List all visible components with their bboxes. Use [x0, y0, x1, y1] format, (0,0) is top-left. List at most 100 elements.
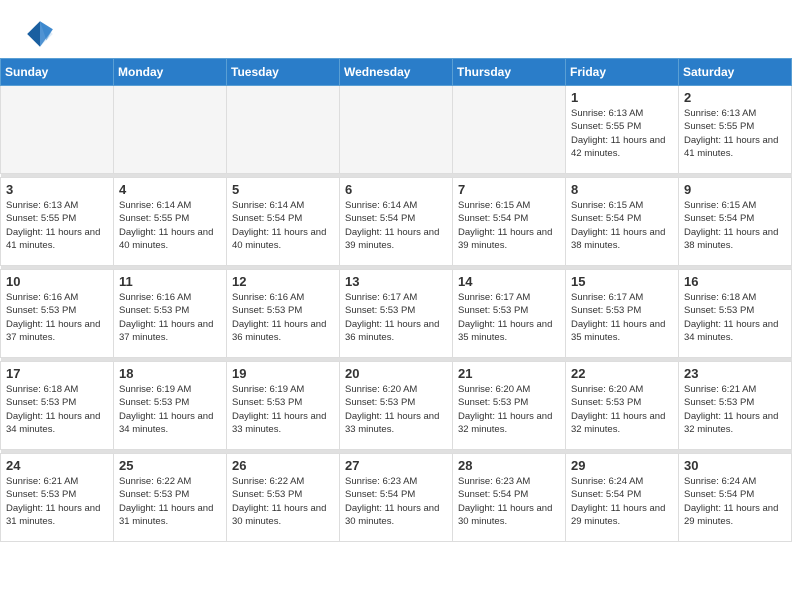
- day-info: Sunrise: 6:19 AMSunset: 5:53 PMDaylight:…: [232, 383, 334, 436]
- weekday-header-monday: Monday: [114, 59, 227, 86]
- day-number: 5: [232, 182, 334, 197]
- weekday-header-sunday: Sunday: [1, 59, 114, 86]
- day-info: Sunrise: 6:20 AMSunset: 5:53 PMDaylight:…: [345, 383, 447, 436]
- weekday-header-wednesday: Wednesday: [340, 59, 453, 86]
- calendar-cell: 16 Sunrise: 6:18 AMSunset: 5:53 PMDayligh…: [679, 270, 792, 358]
- calendar-cell: 7 Sunrise: 6:15 AMSunset: 5:54 PMDaylight…: [453, 178, 566, 266]
- day-number: 21: [458, 366, 560, 381]
- day-number: 29: [571, 458, 673, 473]
- day-number: 14: [458, 274, 560, 289]
- calendar-cell: [114, 86, 227, 174]
- calendar-cell: 15 Sunrise: 6:17 AMSunset: 5:53 PMDayligh…: [566, 270, 679, 358]
- calendar-table: SundayMondayTuesdayWednesdayThursdayFrid…: [0, 58, 792, 542]
- day-info: Sunrise: 6:17 AMSunset: 5:53 PMDaylight:…: [458, 291, 560, 344]
- calendar-cell: 22 Sunrise: 6:20 AMSunset: 5:53 PMDayligh…: [566, 362, 679, 450]
- day-number: 7: [458, 182, 560, 197]
- calendar-cell: 5 Sunrise: 6:14 AMSunset: 5:54 PMDaylight…: [227, 178, 340, 266]
- day-info: Sunrise: 6:15 AMSunset: 5:54 PMDaylight:…: [684, 199, 786, 252]
- header: [0, 0, 792, 58]
- day-info: Sunrise: 6:24 AMSunset: 5:54 PMDaylight:…: [684, 475, 786, 528]
- calendar-cell: 19 Sunrise: 6:19 AMSunset: 5:53 PMDayligh…: [227, 362, 340, 450]
- day-number: 13: [345, 274, 447, 289]
- day-info: Sunrise: 6:13 AMSunset: 5:55 PMDaylight:…: [684, 107, 786, 160]
- day-info: Sunrise: 6:14 AMSunset: 5:54 PMDaylight:…: [232, 199, 334, 252]
- calendar-cell: 6 Sunrise: 6:14 AMSunset: 5:54 PMDaylight…: [340, 178, 453, 266]
- day-info: Sunrise: 6:15 AMSunset: 5:54 PMDaylight:…: [458, 199, 560, 252]
- calendar-cell: 8 Sunrise: 6:15 AMSunset: 5:54 PMDaylight…: [566, 178, 679, 266]
- calendar-cell: 9 Sunrise: 6:15 AMSunset: 5:54 PMDaylight…: [679, 178, 792, 266]
- calendar-cell: 25Sunrise: 6:22 AMSunset: 5:53 PMDayligh…: [114, 454, 227, 542]
- day-number: 8: [571, 182, 673, 197]
- day-number: 2: [684, 90, 786, 105]
- weekday-header-saturday: Saturday: [679, 59, 792, 86]
- calendar-cell: [340, 86, 453, 174]
- calendar-cell: 27Sunrise: 6:23 AMSunset: 5:54 PMDayligh…: [340, 454, 453, 542]
- day-number: 3: [6, 182, 108, 197]
- weekday-header-thursday: Thursday: [453, 59, 566, 86]
- day-info: Sunrise: 6:13 AMSunset: 5:55 PMDaylight:…: [6, 199, 108, 252]
- day-number: 28: [458, 458, 560, 473]
- day-number: 20: [345, 366, 447, 381]
- day-info: Sunrise: 6:23 AMSunset: 5:54 PMDaylight:…: [458, 475, 560, 528]
- day-info: Sunrise: 6:13 AMSunset: 5:55 PMDaylight:…: [571, 107, 673, 160]
- day-number: 19: [232, 366, 334, 381]
- day-number: 10: [6, 274, 108, 289]
- calendar-week-row: 3 Sunrise: 6:13 AMSunset: 5:55 PMDaylight…: [1, 178, 792, 266]
- calendar-cell: 24 Sunrise: 6:21 AMSunset: 5:53 PMDayligh…: [1, 454, 114, 542]
- day-number: 23: [684, 366, 786, 381]
- day-info: Sunrise: 6:22 AMSunset: 5:53 PMDaylight:…: [119, 475, 221, 528]
- day-info: Sunrise: 6:17 AMSunset: 5:53 PMDaylight:…: [345, 291, 447, 344]
- calendar-cell: 14 Sunrise: 6:17 AMSunset: 5:53 PMDayligh…: [453, 270, 566, 358]
- day-info: Sunrise: 6:18 AMSunset: 5:53 PMDaylight:…: [6, 383, 108, 436]
- calendar-cell: 13 Sunrise: 6:17 AMSunset: 5:53 PMDayligh…: [340, 270, 453, 358]
- day-info: Sunrise: 6:14 AMSunset: 5:55 PMDaylight:…: [119, 199, 221, 252]
- calendar-cell: 4 Sunrise: 6:14 AMSunset: 5:55 PMDaylight…: [114, 178, 227, 266]
- day-info: Sunrise: 6:20 AMSunset: 5:53 PMDaylight:…: [458, 383, 560, 436]
- day-info: Sunrise: 6:16 AMSunset: 5:53 PMDaylight:…: [232, 291, 334, 344]
- day-info: Sunrise: 6:20 AMSunset: 5:53 PMDaylight:…: [571, 383, 673, 436]
- calendar-cell: 21 Sunrise: 6:20 AMSunset: 5:53 PMDayligh…: [453, 362, 566, 450]
- calendar-cell: 17 Sunrise: 6:18 AMSunset: 5:53 PMDayligh…: [1, 362, 114, 450]
- calendar-cell: 29 Sunrise: 6:24 AMSunset: 5:54 PMDayligh…: [566, 454, 679, 542]
- calendar-week-row: 24 Sunrise: 6:21 AMSunset: 5:53 PMDayligh…: [1, 454, 792, 542]
- weekday-header-friday: Friday: [566, 59, 679, 86]
- day-number: 18: [119, 366, 221, 381]
- calendar-cell: 20 Sunrise: 6:20 AMSunset: 5:53 PMDayligh…: [340, 362, 453, 450]
- calendar-week-row: 17 Sunrise: 6:18 AMSunset: 5:53 PMDayligh…: [1, 362, 792, 450]
- day-number: 1: [571, 90, 673, 105]
- calendar-cell: 12 Sunrise: 6:16 AMSunset: 5:53 PMDayligh…: [227, 270, 340, 358]
- day-number: 9: [684, 182, 786, 197]
- weekday-header-row: SundayMondayTuesdayWednesdayThursdayFrid…: [1, 59, 792, 86]
- day-number: 27: [345, 458, 447, 473]
- calendar-cell: 3 Sunrise: 6:13 AMSunset: 5:55 PMDaylight…: [1, 178, 114, 266]
- day-info: Sunrise: 6:21 AMSunset: 5:53 PMDaylight:…: [684, 383, 786, 436]
- calendar-cell: 26Sunrise: 6:22 AMSunset: 5:53 PMDayligh…: [227, 454, 340, 542]
- day-number: 12: [232, 274, 334, 289]
- day-info: Sunrise: 6:21 AMSunset: 5:53 PMDaylight:…: [6, 475, 108, 528]
- calendar-cell: [453, 86, 566, 174]
- day-number: 16: [684, 274, 786, 289]
- calendar-week-row: 10 Sunrise: 6:16 AMSunset: 5:53 PMDayligh…: [1, 270, 792, 358]
- calendar-cell: 2 Sunrise: 6:13 AMSunset: 5:55 PMDaylight…: [679, 86, 792, 174]
- day-number: 11: [119, 274, 221, 289]
- logo-icon: [24, 18, 56, 50]
- day-number: 24: [6, 458, 108, 473]
- day-number: 22: [571, 366, 673, 381]
- page: SundayMondayTuesdayWednesdayThursdayFrid…: [0, 0, 792, 612]
- day-info: Sunrise: 6:18 AMSunset: 5:53 PMDaylight:…: [684, 291, 786, 344]
- calendar-cell: 11Sunrise: 6:16 AMSunset: 5:53 PMDayligh…: [114, 270, 227, 358]
- calendar-cell: 28 Sunrise: 6:23 AMSunset: 5:54 PMDayligh…: [453, 454, 566, 542]
- calendar-cell: [1, 86, 114, 174]
- day-number: 6: [345, 182, 447, 197]
- day-info: Sunrise: 6:24 AMSunset: 5:54 PMDaylight:…: [571, 475, 673, 528]
- logo: [24, 18, 60, 50]
- day-number: 4: [119, 182, 221, 197]
- day-info: Sunrise: 6:17 AMSunset: 5:53 PMDaylight:…: [571, 291, 673, 344]
- day-info: Sunrise: 6:22 AMSunset: 5:53 PMDaylight:…: [232, 475, 334, 528]
- day-number: 17: [6, 366, 108, 381]
- day-info: Sunrise: 6:15 AMSunset: 5:54 PMDaylight:…: [571, 199, 673, 252]
- day-number: 15: [571, 274, 673, 289]
- day-info: Sunrise: 6:16 AMSunset: 5:53 PMDaylight:…: [6, 291, 108, 344]
- day-info: Sunrise: 6:14 AMSunset: 5:54 PMDaylight:…: [345, 199, 447, 252]
- calendar-cell: [227, 86, 340, 174]
